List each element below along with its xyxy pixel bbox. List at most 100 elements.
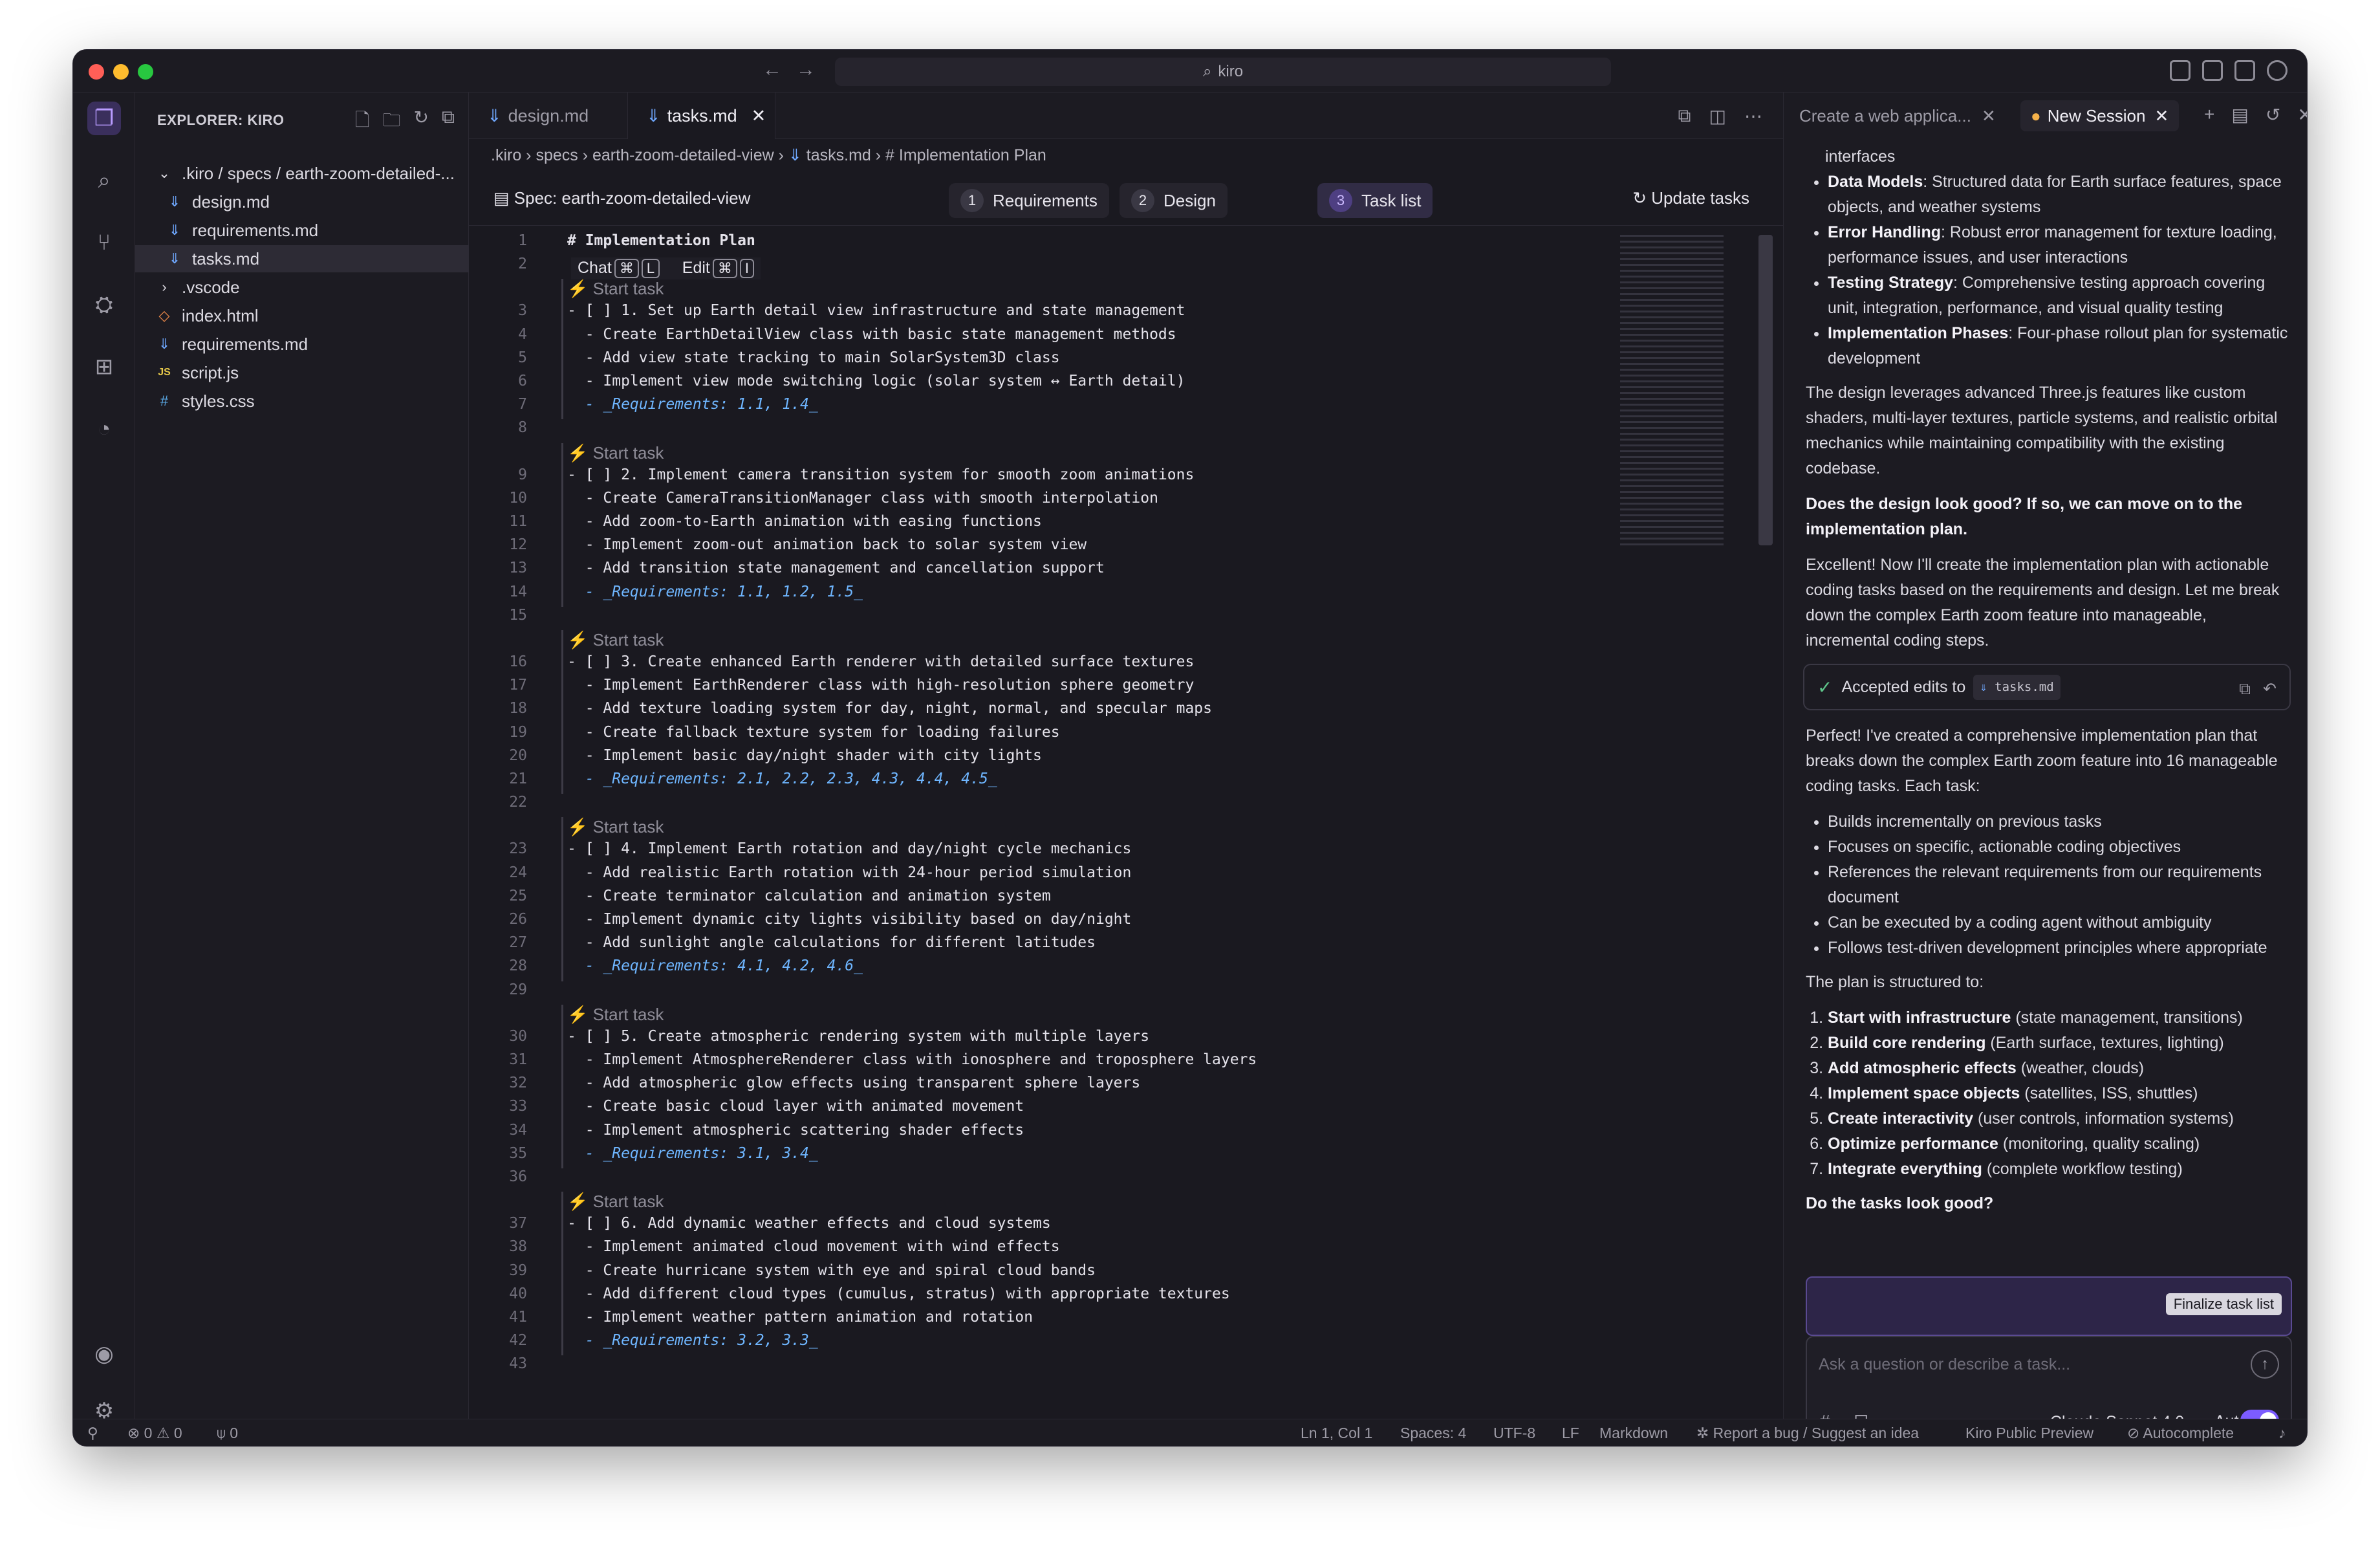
chat-tab-previous[interactable]: Create a web applica... ✕: [1799, 93, 1996, 139]
account-icon[interactable]: ◉: [87, 1337, 121, 1371]
requirements-line[interactable]: - _Requirements: 3.1, 3.4_: [567, 1145, 818, 1162]
indentation[interactable]: Spaces: 4: [1400, 1425, 1466, 1442]
code-line[interactable]: - Implement view mode switching logic (s…: [567, 373, 1185, 389]
bell-icon[interactable]: ♪: [2278, 1425, 2286, 1442]
run-debug-icon[interactable]: ⛭: [87, 288, 121, 322]
tree-file-design[interactable]: ⇓ design.md: [135, 188, 469, 215]
kiro-ghost-icon[interactable]: ❐: [87, 102, 121, 135]
crumb-kiro[interactable]: .kiro: [491, 146, 521, 164]
code-line[interactable]: - Add view state tracking to main SolarS…: [567, 349, 1060, 366]
requirements-line[interactable]: - _Requirements: 4.1, 4.2, 4.6_: [567, 957, 863, 974]
toggle-sidebar-icon[interactable]: [2202, 60, 2223, 81]
zoom-window-button[interactable]: [138, 64, 153, 80]
task-line[interactable]: - [ ] 6. Add dynamic weather effects and…: [567, 1215, 1051, 1232]
start-task-codelens[interactable]: ⚡ Start task: [567, 1005, 664, 1025]
remote-icon[interactable]: ⚲: [87, 1425, 98, 1442]
undo-icon[interactable]: ↶: [2263, 677, 2277, 702]
close-icon[interactable]: ✕: [2154, 106, 2169, 126]
kiro-icon[interactable]: ◔: [87, 412, 121, 446]
editor-scrollbar[interactable]: [1758, 235, 1773, 545]
source-control-icon[interactable]: ⑂: [87, 226, 121, 259]
task-line[interactable]: - [ ] 3. Create enhanced Earth renderer …: [567, 653, 1194, 670]
requirements-line[interactable]: - _Requirements: 1.1, 1.4_: [567, 396, 818, 413]
tree-file-script[interactable]: JS script.js: [135, 359, 469, 386]
more-icon[interactable]: ⋯: [1744, 105, 1762, 127]
code-line[interactable]: - Create basic cloud layer with animated…: [567, 1098, 1024, 1115]
code-line[interactable]: - Add zoom-to-Earth animation with easin…: [567, 513, 1042, 530]
chat-tab-new-session[interactable]: ● New Session ✕: [2020, 100, 2180, 131]
crumb-folder[interactable]: earth-zoom-detailed-view: [592, 146, 774, 164]
close-icon[interactable]: ✕: [1982, 106, 1996, 126]
start-task-codelens[interactable]: ⚡ Start task: [567, 630, 664, 650]
refresh-icon[interactable]: ↻: [414, 107, 429, 138]
start-task-codelens[interactable]: ⚡ Start task: [567, 279, 664, 299]
tree-file-requirements[interactable]: ⇓ requirements.md: [135, 217, 469, 244]
edit-hint[interactable]: Edit: [682, 259, 710, 277]
code-line[interactable]: - Implement AtmosphereRenderer class wit…: [567, 1051, 1257, 1068]
code-editor[interactable]: Chat ⌘ L Edit ⌘ I 1 # Implementation Plan 2 ⚡ S…: [469, 226, 1633, 1416]
code-line[interactable]: - Implement animated cloud movement with…: [567, 1238, 1060, 1255]
code-line[interactable]: - Implement zoom-out animation back to s…: [567, 536, 1087, 553]
encoding[interactable]: UTF-8: [1493, 1425, 1535, 1442]
finalize-task-list-button[interactable]: Finalize task list: [2165, 1293, 2282, 1315]
requirements-line[interactable]: - _Requirements: 3.2, 3.3_: [567, 1332, 818, 1349]
autocomplete-toggle[interactable]: ⊘ Autocomplete: [2127, 1425, 2234, 1442]
close-icon[interactable]: ✕: [2297, 104, 2307, 126]
close-icon[interactable]: ✕: [752, 106, 766, 126]
forward-arrow-icon[interactable]: →: [796, 59, 816, 81]
ports-indicator[interactable]: ⍦ 0: [217, 1425, 238, 1442]
code-line[interactable]: - Create CameraTransitionManager class w…: [567, 490, 1158, 507]
chat-toggle-icon[interactable]: [2267, 60, 2288, 81]
close-window-button[interactable]: [89, 64, 104, 80]
line-endings[interactable]: LF: [1562, 1425, 1579, 1442]
tab-design[interactable]: ⇓ design.md: [469, 93, 628, 139]
report-bug-link[interactable]: ✲ Report a bug / Suggest an idea: [1696, 1425, 1919, 1442]
task-line[interactable]: - [ ] 1. Set up Earth detail view infras…: [567, 302, 1185, 319]
send-arrow-icon[interactable]: ↑: [2251, 1350, 2279, 1379]
code-line[interactable]: - Create hurricane system with eye and s…: [567, 1262, 1096, 1279]
code-line[interactable]: # Implementation Plan: [567, 232, 755, 249]
task-line[interactable]: - [ ] 2. Implement camera transition sys…: [567, 466, 1194, 483]
command-search[interactable]: ⌕ kiro: [835, 58, 1611, 86]
chat-hint[interactable]: Chat: [578, 259, 612, 277]
plus-icon[interactable]: +: [2204, 104, 2214, 126]
chat-input[interactable]: Ask a question or describe a task...: [1819, 1355, 2070, 1374]
code-line[interactable]: - Create fallback texture system for loa…: [567, 724, 1060, 741]
toggle-panel-icon[interactable]: [2234, 60, 2255, 81]
crumb-specs[interactable]: specs: [536, 146, 578, 164]
back-arrow-icon[interactable]: ←: [763, 59, 782, 81]
diff-icon[interactable]: ⧉: [2239, 677, 2251, 702]
new-file-icon[interactable]: 🗋: [355, 107, 370, 138]
update-tasks-button[interactable]: ↻ Update tasks: [1632, 188, 1749, 208]
code-line[interactable]: - Implement weather pattern animation an…: [567, 1309, 1033, 1326]
minimize-window-button[interactable]: [113, 64, 129, 80]
language-mode[interactable]: Markdown: [1599, 1425, 1668, 1442]
collapse-all-icon[interactable]: ⧉: [442, 107, 455, 138]
code-line[interactable]: - Add texture loading system for day, ni…: [567, 700, 1212, 717]
step-design[interactable]: 2 Design: [1120, 183, 1228, 218]
step-task-list[interactable]: 3 Task list: [1317, 183, 1433, 218]
code-line[interactable]: - Implement basic day/night shader with …: [567, 747, 1042, 764]
code-line[interactable]: - Add atmospheric glow effects using tra…: [567, 1075, 1141, 1091]
tree-file-index[interactable]: ◇ index.html: [135, 302, 469, 329]
code-line[interactable]: - Create EarthDetailView class with basi…: [567, 326, 1176, 343]
code-line[interactable]: - Add transition state management and ca…: [567, 560, 1105, 576]
history-icon[interactable]: ▤: [2231, 104, 2248, 126]
cursor-position[interactable]: Ln 1, Col 1: [1301, 1425, 1372, 1442]
step-requirements[interactable]: 1 Requirements: [949, 183, 1109, 218]
search-icon[interactable]: ⌕: [87, 164, 121, 197]
code-line[interactable]: - Add different cloud types (cumulus, st…: [567, 1285, 1230, 1302]
code-line[interactable]: - Add sunlight angle calculations for di…: [567, 934, 1096, 951]
crumb-file[interactable]: tasks.md: [806, 146, 871, 164]
new-folder-icon[interactable]: 🗀: [383, 107, 401, 138]
start-task-codelens[interactable]: ⚡ Start task: [567, 817, 664, 837]
tree-folder-vscode[interactable]: › .vscode: [135, 274, 469, 301]
crumb-heading[interactable]: # Implementation Plan: [885, 146, 1046, 164]
code-line[interactable]: - Create terminator calculation and anim…: [567, 888, 1051, 904]
start-task-codelens[interactable]: ⚡ Start task: [567, 443, 664, 463]
code-line[interactable]: - Implement dynamic city lights visibili…: [567, 911, 1132, 928]
task-line[interactable]: - [ ] 4. Implement Earth rotation and da…: [567, 840, 1131, 857]
file-pill[interactable]: ⇓ tasks.md: [1973, 674, 2061, 700]
tree-file-tasks[interactable]: ⇓ tasks.md: [135, 245, 469, 272]
problems-indicator[interactable]: ⊗ 0 ⚠ 0: [127, 1425, 182, 1442]
